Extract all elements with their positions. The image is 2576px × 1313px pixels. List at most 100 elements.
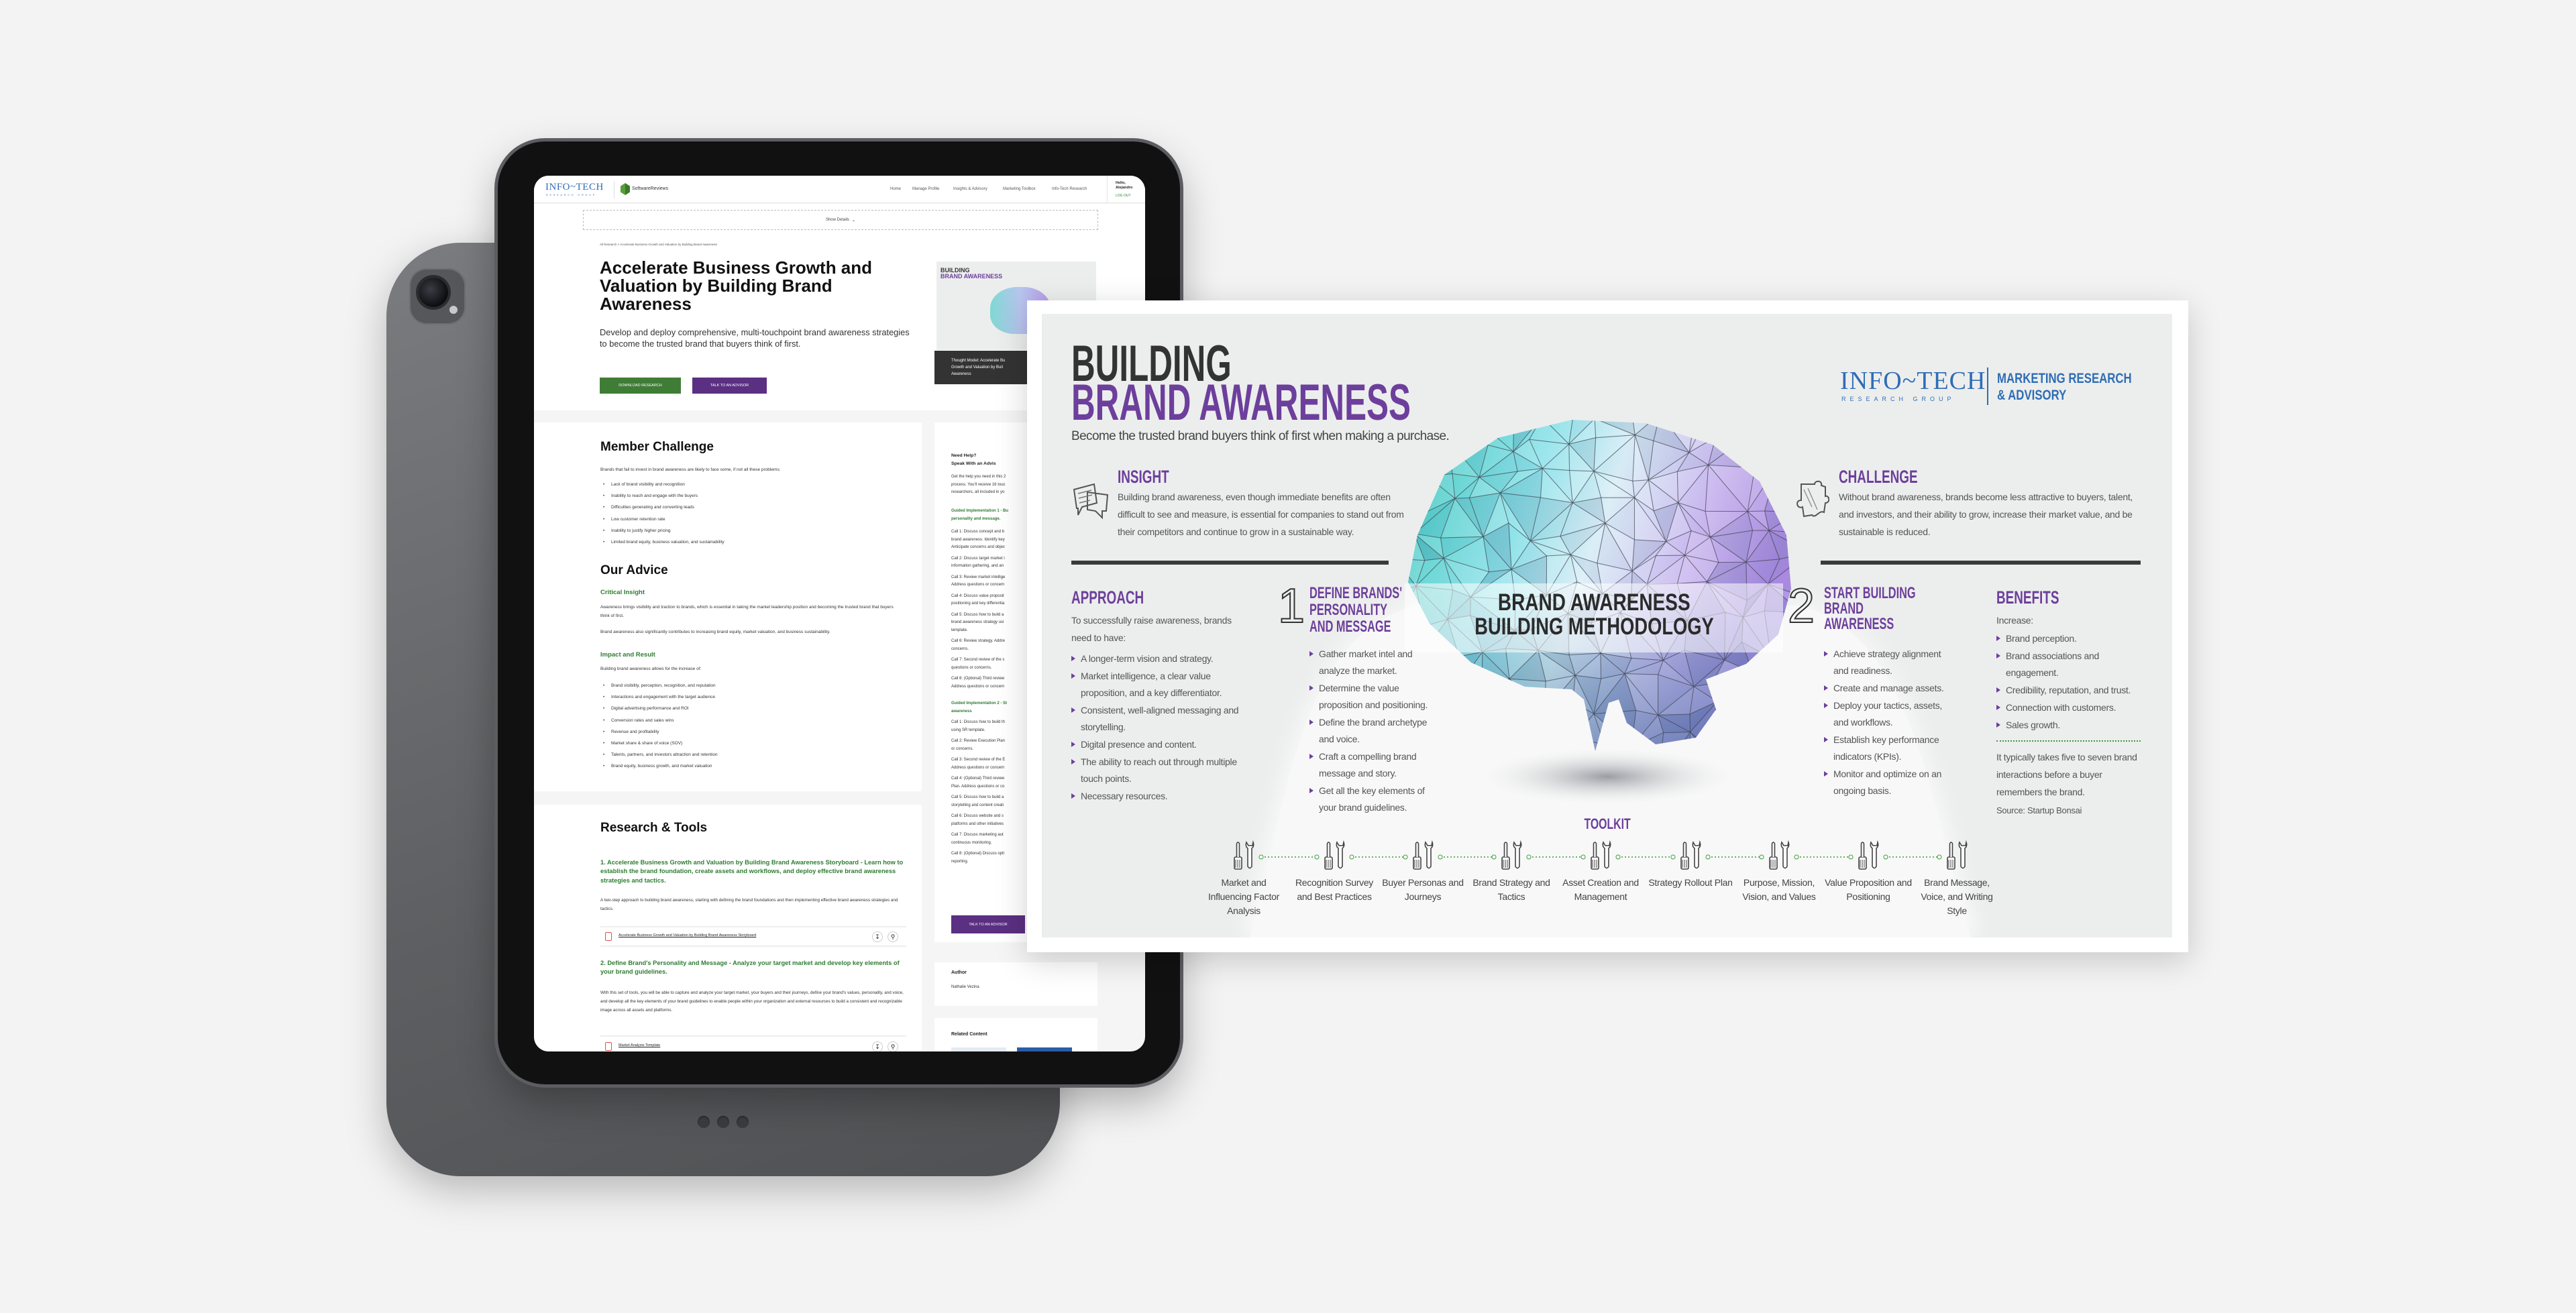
related-thumbnail[interactable] — [951, 1047, 1006, 1051]
need-help-line-2: Speak With an Advis — [951, 461, 996, 466]
infotech-logo[interactable]: INFO~TECH — [545, 182, 604, 193]
research-item-description: With this set of tools, you will be able… — [600, 990, 904, 1013]
approach-item: The ability to reach out through multipl… — [1071, 754, 1249, 787]
problem-item: Low customer retention rate — [600, 514, 724, 525]
benefits-list: Brand perception. Brand associations and … — [1996, 630, 2141, 734]
toolkit-item[interactable]: Purpose, Mission, Vision, and Values — [1735, 876, 1823, 904]
show-details-label: Show Details — [825, 218, 849, 222]
connector-node — [1314, 854, 1320, 860]
show-details-toggle[interactable]: Show Details ⌄ — [583, 210, 1098, 230]
benefit-item: Credibility, reputation, and trust. — [1996, 682, 2141, 699]
impact-intro: Building brand awareness allows for the … — [600, 667, 702, 671]
toolkit-item-label: Brand Message, Voice, and Writing Style — [1921, 877, 1993, 916]
nav-home[interactable]: Home — [890, 187, 901, 191]
connector-node — [1615, 854, 1621, 860]
challenge-heading: CHALLENGE — [1839, 467, 1918, 487]
brain-facet — [1771, 442, 1791, 467]
toolkit-item[interactable]: Value Proposition and Positioning — [1825, 876, 1912, 904]
related-content-label: Related Content — [951, 1032, 987, 1037]
connector-node — [1349, 854, 1354, 860]
download-icon[interactable]: ↧ — [872, 1041, 883, 1051]
approach-heading: APPROACH — [1071, 587, 1144, 608]
brain-facet — [1707, 420, 1744, 441]
wrench-screwdriver-icon — [1234, 842, 1254, 870]
sidebar-talk-to-advisor-button[interactable]: TALK TO AN ADVISOR — [951, 915, 1025, 933]
nav-marketing-toolbox[interactable]: Marketing Toolbox — [1003, 187, 1036, 191]
preview-zoom-icon[interactable]: ⚲ — [888, 1041, 898, 1051]
toolkit-item-label: Value Proposition and Positioning — [1825, 877, 1912, 902]
thumbnail-caption-3: Awareness — [951, 372, 971, 376]
impact-result-heading: Impact and Result — [600, 651, 655, 659]
breadcrumb[interactable]: All Research > Accelerate Business Growt… — [600, 243, 717, 246]
step1-item: Craft a compelling brand message and sto… — [1309, 748, 1434, 782]
nav-infotech-research[interactable]: Info-Tech Research — [1052, 187, 1087, 191]
step1-heading-line: AND MESSAGE — [1309, 618, 1391, 636]
approach-list: A longer-term vision and strategy. Market… — [1071, 650, 1249, 805]
research-item-title[interactable]: 2. Define Brand's Personality and Messag… — [600, 959, 909, 977]
research-item-title[interactable]: 1. Accelerate Business Growth and Valuat… — [600, 858, 909, 885]
toolkit-item[interactable]: Recognition Survey and Best Practices — [1291, 876, 1378, 904]
approach-item: Digital presence and content. — [1071, 736, 1249, 753]
benefits-intro: Increase: — [1996, 615, 2033, 626]
talk-to-advisor-button[interactable]: TALK TO AN ADVISOR — [692, 378, 767, 394]
step-number-2: 2 — [1787, 579, 1815, 633]
toolkit-item[interactable]: Asset Creation and Management — [1557, 876, 1644, 904]
approach-item: Market intelligence, a clear value propo… — [1071, 668, 1249, 701]
infographic-panel: BUILDING BRAND AWARENESS Become the trus… — [1042, 314, 2172, 937]
toolkit-item[interactable]: Brand Strategy and Tactics — [1468, 876, 1555, 904]
problem-item: Inability to justify higher pricing — [600, 525, 724, 536]
connector-node — [1759, 854, 1764, 860]
brain-facet — [1426, 439, 1453, 477]
toolkit-heading: TOOLKIT — [1584, 815, 1631, 832]
section-divider — [1071, 561, 1389, 565]
brain-facet — [1801, 411, 1835, 445]
nav-manage-profile[interactable]: Manage Profile — [912, 187, 939, 191]
download-icon[interactable]: ↧ — [872, 931, 883, 942]
brain-facet — [1741, 439, 1778, 467]
our-advice-heading: Our Advice — [600, 563, 668, 577]
section-divider — [1821, 561, 2141, 565]
help-text-line: researchers, all included in yo — [951, 490, 1005, 494]
toolkit-item[interactable]: Buyer Personas and Journeys — [1379, 876, 1466, 904]
toolkit-item[interactable]: Strategy Rollout Plan — [1647, 876, 1734, 890]
logout-link[interactable]: LOG OUT — [1116, 194, 1131, 198]
brain-facet — [1776, 443, 1791, 476]
benefits-heading: BENEFITS — [1996, 587, 2059, 608]
step2-list: Achieve strategy alignment and readiness… — [1824, 646, 1951, 800]
member-challenge-intro: Brands that fail to invest in brand awar… — [600, 467, 781, 472]
page-title: Accelerate Business Growth and Valuation… — [600, 258, 873, 314]
connector-node — [1580, 854, 1586, 860]
research-item-description: A two-step approach to building brand aw… — [600, 898, 898, 911]
step2-heading-line: AWARENESS — [1824, 615, 1894, 633]
toolkit-item[interactable]: Market and Influencing Factor Analysis — [1200, 876, 1287, 918]
related-thumbnail[interactable] — [1017, 1047, 1072, 1051]
wrench-screwdriver-icon — [1324, 842, 1345, 870]
toolkit-item[interactable]: Brand Message, Voice, and Writing Style — [1913, 876, 2000, 918]
preview-zoom-icon[interactable]: ⚲ — [888, 931, 898, 942]
challenge-text: Without brand awareness, brands become l… — [1839, 492, 2133, 537]
step1-heading-line: PERSONALITY — [1309, 601, 1388, 619]
critical-insight-text: Awareness brings visibility and traction… — [600, 605, 894, 618]
smart-connector-dot — [737, 1116, 749, 1128]
benefits-source: Source: Startup Bonsai — [1996, 805, 2082, 815]
benefit-item: Connection with customers. — [1996, 699, 2141, 716]
help-text-line: Get the help you need in this 2 — [951, 475, 1006, 479]
download-research-button[interactable]: DOWNLOAD RESEARCH — [600, 378, 681, 394]
file-row: Accelerate Business Growth and Valuation… — [600, 926, 906, 947]
brain-facet — [1801, 445, 1826, 482]
brain-facet — [1771, 420, 1791, 445]
file-link[interactable]: Accelerate Business Growth and Valuation… — [619, 933, 756, 937]
brain-facet — [1412, 439, 1449, 477]
wrench-screwdriver-icon — [1947, 842, 1968, 870]
user-name: Alejandro — [1116, 186, 1133, 190]
file-link[interactable]: Market Analysis Template — [619, 1043, 660, 1047]
author-name[interactable]: Nathalie Vezina — [951, 985, 979, 989]
benefits-stat: It typically takes five to seven brand i… — [1996, 752, 2137, 797]
brain-shadow — [1480, 748, 1735, 805]
impact-item: Conversion rates and sales wins — [600, 715, 718, 726]
impact-item: Market share & share of voice (SOV) — [600, 738, 718, 749]
nav-insights-advisory[interactable]: Insights & Advisory — [953, 187, 987, 191]
softwarereviews-logo[interactable]: SoftwareReviews — [632, 186, 668, 191]
problem-list: Lack of brand visibility and recognition… — [600, 479, 724, 548]
wrench-screwdriver-icon — [1413, 842, 1434, 870]
